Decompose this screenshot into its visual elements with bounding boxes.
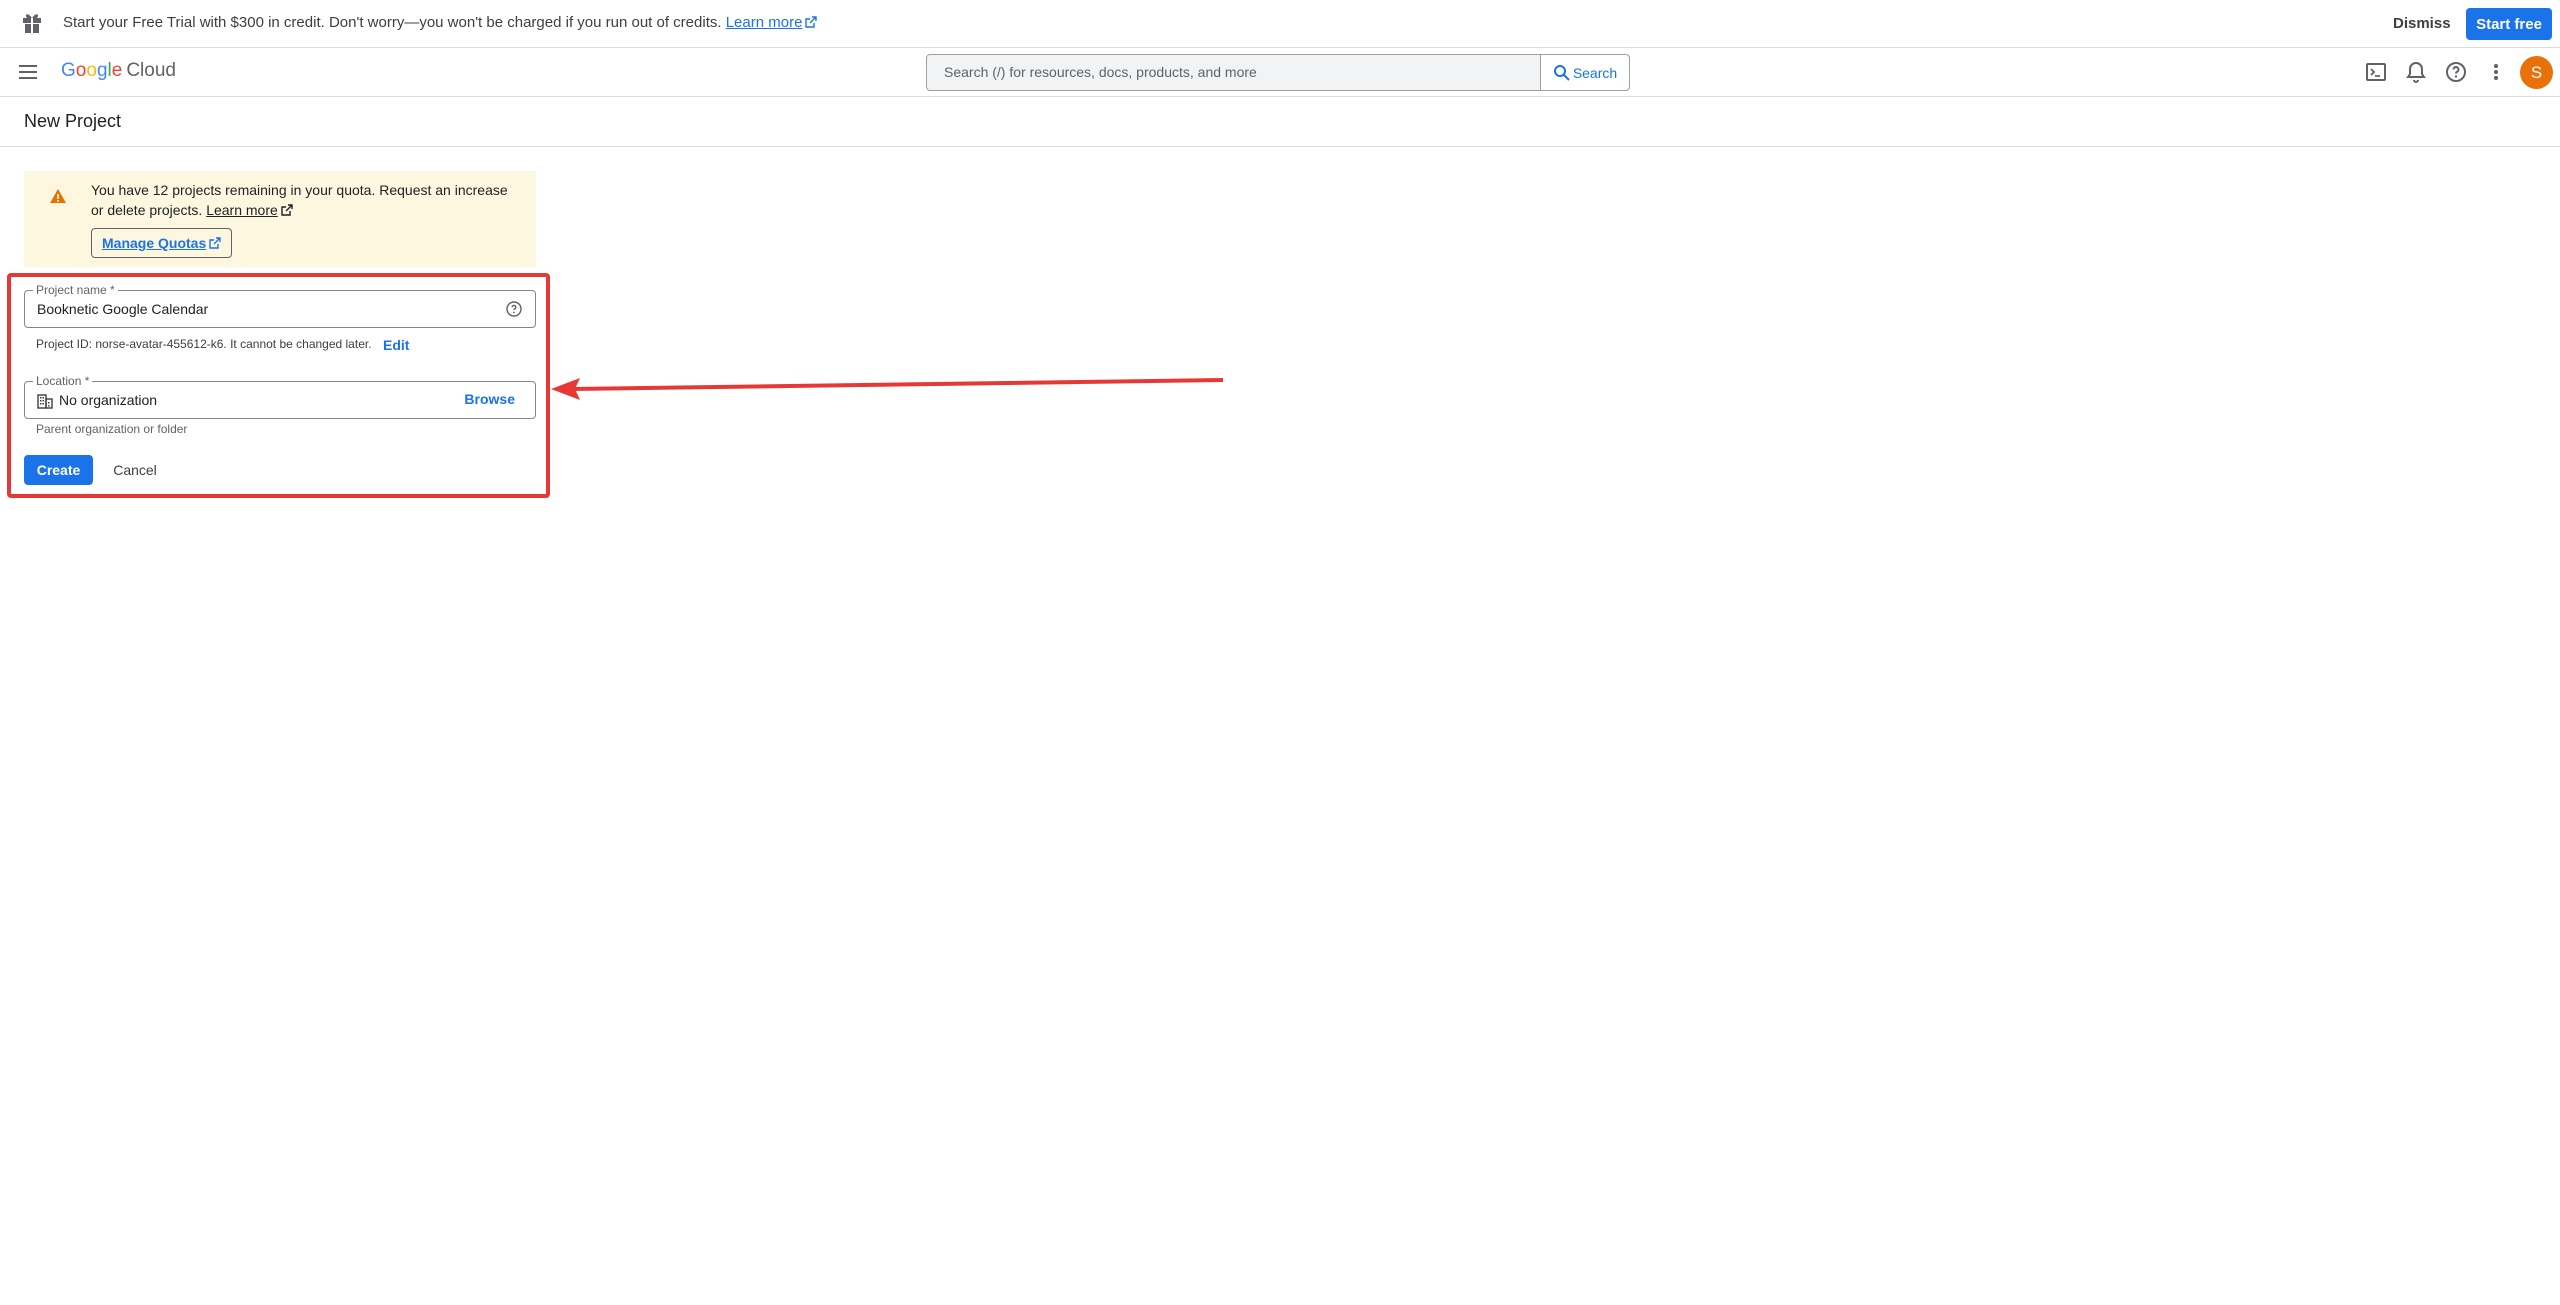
google-cloud-logo[interactable]: Google Cloud [61, 60, 176, 82]
banner-learn-more-link[interactable]: Learn more [726, 14, 803, 31]
start-free-button[interactable]: Start free [2466, 8, 2552, 40]
logo-google-text: Google [61, 60, 123, 81]
free-trial-banner: Start your Free Trial with $300 in credi… [0, 0, 2560, 48]
quota-notice-text: You have 12 projects remaining in your q… [91, 182, 508, 218]
logo-cloud-text: Cloud [126, 60, 176, 81]
search-button[interactable]: Search [1540, 55, 1629, 90]
gift-icon [23, 14, 41, 33]
account-avatar[interactable]: S [2520, 56, 2553, 89]
search-input[interactable]: Search (/) for resources, docs, products… [927, 55, 1540, 90]
more-options-icon[interactable] [2484, 60, 2508, 84]
notifications-bell-icon[interactable] [2404, 60, 2428, 84]
cloud-shell-icon[interactable] [2364, 60, 2388, 84]
external-link-icon [805, 16, 818, 28]
help-icon[interactable] [2444, 60, 2468, 84]
warning-icon [50, 189, 66, 203]
banner-message: Start your Free Trial with $300 in credi… [63, 14, 818, 31]
quota-notice: You have 12 projects remaining in your q… [24, 171, 536, 267]
manage-quotas-label: Manage Quotas [102, 235, 207, 251]
search-button-label: Search [1572, 64, 1618, 81]
search-bar: Search (/) for resources, docs, products… [926, 54, 1630, 91]
hamburger-menu-icon[interactable] [16, 61, 40, 83]
app-bar: Google Cloud Search (/) for resources, do… [0, 48, 2560, 97]
quota-learn-more-link[interactable]: Learn more [206, 202, 278, 218]
page-header: New Project [0, 97, 2560, 147]
search-icon [1553, 64, 1570, 81]
dismiss-button[interactable]: Dismiss [2383, 10, 2461, 38]
external-link-icon [281, 204, 293, 216]
external-link-icon [209, 237, 221, 249]
manage-quotas-button[interactable]: Manage Quotas [91, 228, 233, 258]
page-title: New Project [24, 111, 122, 131]
annotation-highlight-box [7, 273, 550, 498]
